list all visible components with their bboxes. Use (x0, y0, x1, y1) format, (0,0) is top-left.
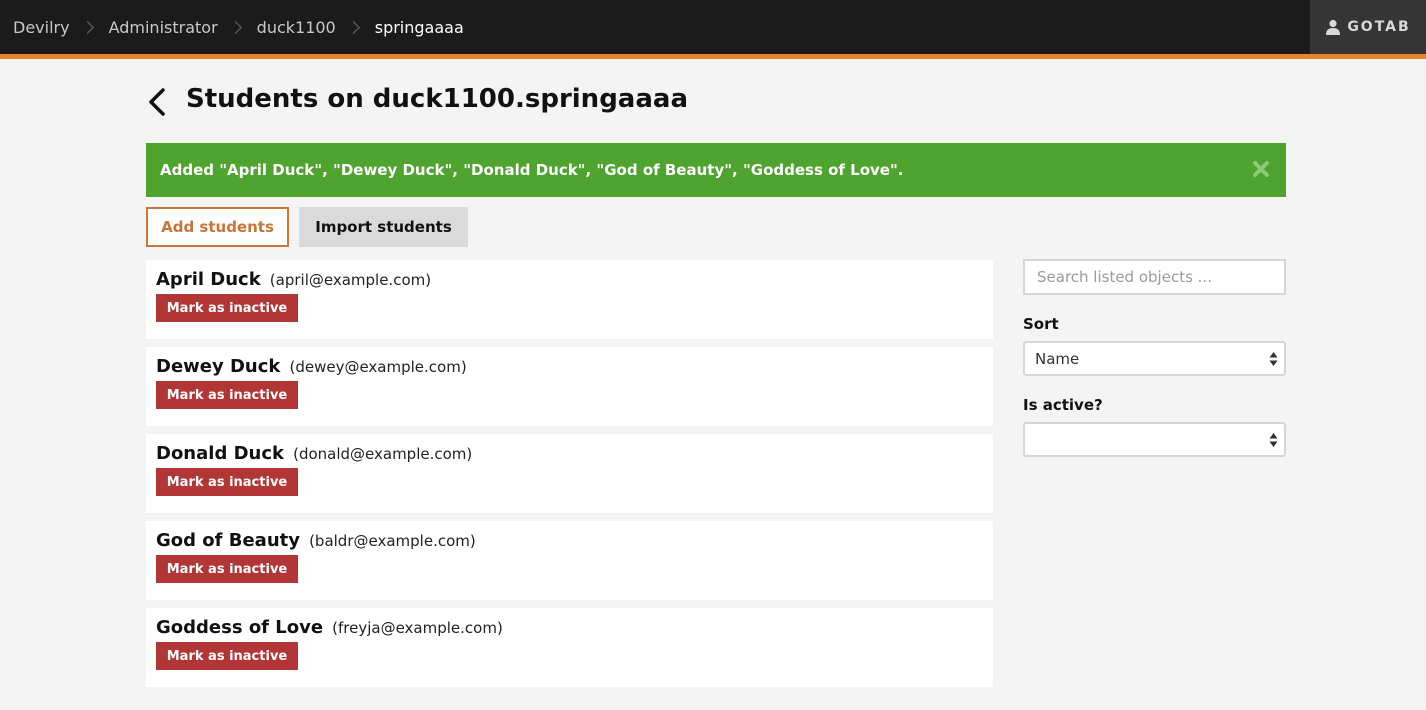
mark-inactive-button[interactable]: Mark as inactive (156, 381, 298, 409)
student-email: (baldr@example.com) (309, 532, 476, 550)
list-item[interactable]: God of Beauty (baldr@example.com) Mark a… (146, 521, 993, 600)
chevron-right-icon (228, 20, 242, 34)
user-icon (1326, 19, 1341, 35)
success-alert: Added "April Duck", "Dewey Duck", "Donal… (146, 143, 1286, 197)
alert-message: Added "April Duck", "Dewey Duck", "Donal… (160, 161, 904, 179)
chevron-right-icon (346, 20, 360, 34)
sort-label: Sort (1023, 315, 1059, 333)
student-list: April Duck (april@example.com) Mark as i… (146, 260, 993, 695)
navbar-accent-bar (0, 54, 1426, 59)
student-name: God of Beauty (156, 530, 300, 551)
search-input[interactable] (1023, 259, 1286, 295)
top-navbar: Devilry Administrator duck1100 springaaa… (0, 0, 1426, 54)
student-email: (donald@example.com) (293, 445, 473, 463)
list-item[interactable]: Donald Duck (donald@example.com) Mark as… (146, 434, 993, 513)
breadcrumb-course[interactable]: duck1100 (257, 18, 336, 37)
sort-select-value: Name (1035, 349, 1080, 368)
sort-select[interactable]: Name (1023, 341, 1286, 376)
list-item[interactable]: Dewey Duck (dewey@example.com) Mark as i… (146, 347, 993, 426)
student-name: Goddess of Love (156, 617, 324, 638)
list-item[interactable]: April Duck (april@example.com) Mark as i… (146, 260, 993, 339)
mark-inactive-button[interactable]: Mark as inactive (156, 294, 298, 322)
import-students-button[interactable]: Import students (299, 207, 468, 247)
user-name: GOTAB (1347, 19, 1411, 35)
student-email: (dewey@example.com) (289, 358, 467, 376)
is-active-label: Is active? (1023, 396, 1103, 414)
breadcrumb-period: springaaaa (374, 17, 464, 37)
chevron-right-icon (80, 20, 94, 34)
is-active-select[interactable] (1023, 422, 1286, 457)
user-menu-button[interactable]: GOTAB (1310, 0, 1426, 54)
mark-inactive-button[interactable]: Mark as inactive (156, 555, 298, 583)
breadcrumb: Devilry Administrator duck1100 springaaa… (0, 0, 464, 54)
add-students-button[interactable]: Add students (146, 207, 289, 247)
select-arrows-icon (1269, 352, 1278, 366)
mark-inactive-button[interactable]: Mark as inactive (156, 642, 298, 670)
student-name: April Duck (156, 269, 261, 290)
breadcrumb-devilry[interactable]: Devilry (13, 18, 70, 37)
close-icon[interactable] (1252, 160, 1270, 178)
select-arrows-icon (1269, 433, 1278, 447)
list-item[interactable]: Goddess of Love (freyja@example.com) Mar… (146, 608, 993, 687)
student-name: Donald Duck (156, 443, 284, 464)
student-name: Dewey Duck (156, 356, 281, 377)
page-title: Students on duck1100.springaaaa (186, 84, 688, 114)
mark-inactive-button[interactable]: Mark as inactive (156, 468, 298, 496)
student-email: (april@example.com) (269, 271, 432, 289)
student-email: (freyja@example.com) (332, 619, 503, 637)
chevron-left-icon[interactable] (146, 87, 168, 117)
breadcrumb-administrator[interactable]: Administrator (109, 18, 218, 37)
